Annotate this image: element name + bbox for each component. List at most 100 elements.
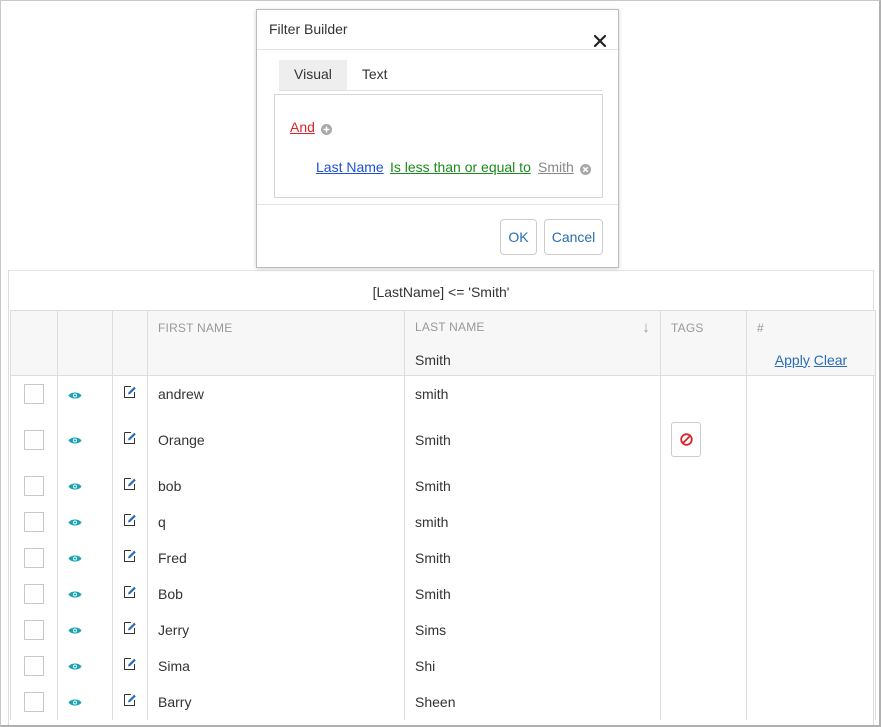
clear-link[interactable]: Clear bbox=[814, 352, 847, 368]
edit-cell bbox=[112, 467, 148, 504]
view-cell bbox=[57, 683, 113, 720]
tab-visual[interactable]: Visual bbox=[279, 60, 347, 91]
view-cell bbox=[57, 575, 113, 612]
view-cell bbox=[57, 647, 113, 684]
filter-builder-panel: And Last Name Is less than or equal to S… bbox=[274, 94, 603, 198]
add-circle-icon[interactable] bbox=[321, 122, 332, 138]
grid-body: andrew smith Orange Smith bob Smith q smith Fred… bbox=[10, 375, 876, 720]
filter-actions: Apply Clear bbox=[746, 344, 876, 376]
select-cell bbox=[10, 375, 58, 412]
row-checkbox[interactable] bbox=[24, 547, 44, 568]
view-cell bbox=[57, 467, 113, 504]
hash-cell bbox=[746, 467, 876, 504]
apply-link[interactable]: Apply bbox=[775, 352, 810, 368]
hash-cell bbox=[746, 375, 876, 412]
edit-icon[interactable] bbox=[123, 477, 137, 491]
view-cell bbox=[57, 503, 113, 540]
header-first-name[interactable]: FIRST NAME bbox=[147, 310, 405, 345]
row-checkbox[interactable] bbox=[24, 511, 44, 532]
select-cell bbox=[10, 611, 58, 648]
last-name-cell: Smith bbox=[404, 575, 661, 612]
condition-value[interactable]: Smith bbox=[538, 159, 574, 175]
header-last-name[interactable]: LAST NAME ↓ bbox=[404, 310, 661, 345]
close-icon[interactable] bbox=[593, 23, 607, 48]
row-checkbox[interactable] bbox=[24, 583, 44, 604]
first-name-cell: Fred bbox=[147, 539, 405, 576]
first-name-cell: q bbox=[147, 503, 405, 540]
filter-builder-dialog: Filter Builder Visual Text And Last Name… bbox=[256, 9, 619, 268]
eye-icon[interactable] bbox=[68, 391, 82, 400]
cancel-button[interactable]: Cancel bbox=[544, 219, 603, 255]
view-cell bbox=[57, 539, 113, 576]
edit-icon[interactable] bbox=[123, 513, 137, 527]
row-checkbox[interactable] bbox=[24, 655, 44, 676]
edit-cell bbox=[112, 647, 148, 684]
last-name-cell: Smith bbox=[404, 411, 661, 468]
tags-cell bbox=[660, 575, 747, 612]
first-name-cell: Orange bbox=[147, 411, 405, 468]
header-tags[interactable]: TAGS bbox=[660, 310, 747, 345]
condition-field[interactable]: Last Name bbox=[316, 159, 384, 175]
footer-divider bbox=[257, 204, 618, 205]
filter-first-name[interactable] bbox=[147, 344, 405, 376]
header-view bbox=[57, 310, 113, 345]
edit-icon[interactable] bbox=[123, 549, 137, 563]
tag-button[interactable] bbox=[671, 422, 701, 457]
tags-cell bbox=[660, 683, 747, 720]
filter-last-name[interactable]: Smith bbox=[404, 344, 661, 376]
row-checkbox[interactable] bbox=[24, 475, 44, 496]
edit-icon[interactable] bbox=[123, 621, 137, 635]
eye-icon[interactable] bbox=[68, 436, 82, 445]
select-cell bbox=[10, 467, 58, 504]
tags-cell bbox=[660, 539, 747, 576]
last-name-cell: Smith bbox=[404, 539, 661, 576]
edit-cell bbox=[112, 503, 148, 540]
last-name-cell: smith bbox=[404, 503, 661, 540]
condition-operator[interactable]: Is less than or equal to bbox=[390, 159, 531, 175]
tags-cell bbox=[660, 375, 747, 412]
edit-cell bbox=[112, 411, 148, 468]
last-name-cell: Sheen bbox=[404, 683, 661, 720]
header-row: FIRST NAME LAST NAME ↓ TAGS # bbox=[10, 310, 876, 345]
edit-icon[interactable] bbox=[123, 385, 137, 399]
first-name-cell: Sima bbox=[147, 647, 405, 684]
dialog-title: Filter Builder bbox=[269, 21, 348, 37]
row-checkbox[interactable] bbox=[24, 691, 44, 712]
tags-cell bbox=[660, 411, 747, 468]
tags-cell bbox=[660, 503, 747, 540]
eye-icon[interactable] bbox=[68, 662, 82, 671]
select-cell bbox=[10, 647, 58, 684]
tab-text[interactable]: Text bbox=[347, 60, 403, 91]
header-hash[interactable]: # bbox=[746, 310, 876, 345]
row-checkbox[interactable] bbox=[24, 383, 44, 404]
edit-cell bbox=[112, 611, 148, 648]
hash-cell bbox=[746, 683, 876, 720]
eye-icon[interactable] bbox=[68, 626, 82, 635]
table-row: Fred Smith bbox=[10, 539, 876, 576]
filter-row: Smith Apply Clear bbox=[10, 344, 876, 376]
header-last-name-label: LAST NAME bbox=[415, 319, 485, 334]
remove-circle-icon[interactable] bbox=[580, 162, 591, 178]
eye-icon[interactable] bbox=[68, 554, 82, 563]
edit-icon[interactable] bbox=[123, 431, 137, 445]
table-row: Orange Smith bbox=[10, 411, 876, 468]
sort-down-icon: ↓ bbox=[642, 318, 650, 336]
edit-icon[interactable] bbox=[123, 693, 137, 707]
eye-icon[interactable] bbox=[68, 590, 82, 599]
edit-cell bbox=[112, 539, 148, 576]
dialog-tabs: Visual Text bbox=[279, 60, 403, 91]
last-name-cell: Shi bbox=[404, 647, 661, 684]
group-operator[interactable]: And bbox=[290, 119, 315, 135]
header-edit bbox=[112, 310, 148, 345]
row-checkbox[interactable] bbox=[24, 619, 44, 640]
eye-icon[interactable] bbox=[68, 698, 82, 707]
last-name-cell: smith bbox=[404, 375, 661, 412]
edit-cell bbox=[112, 375, 148, 412]
ok-button[interactable]: OK bbox=[500, 219, 537, 255]
row-checkbox[interactable] bbox=[24, 429, 44, 450]
first-name-cell: Jerry bbox=[147, 611, 405, 648]
eye-icon[interactable] bbox=[68, 482, 82, 491]
edit-icon[interactable] bbox=[123, 657, 137, 671]
edit-icon[interactable] bbox=[123, 585, 137, 599]
eye-icon[interactable] bbox=[68, 518, 82, 527]
